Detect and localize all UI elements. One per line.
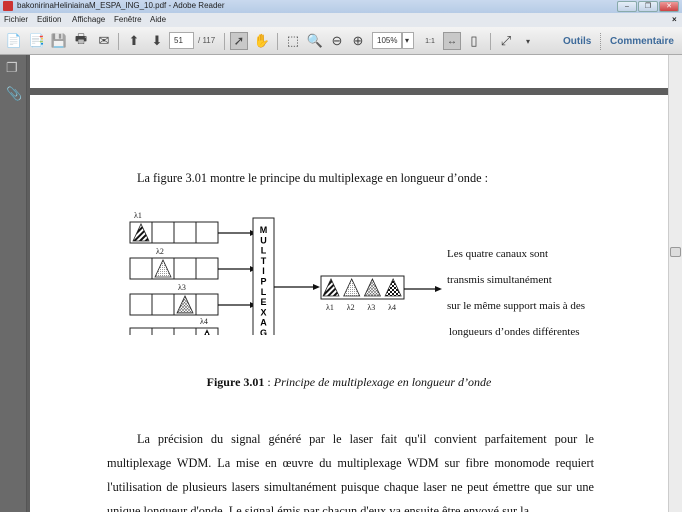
previous-page-icon[interactable]: ⬆: [125, 32, 143, 50]
side-text-3: sur le même support mais à des: [447, 300, 586, 312]
minimize-button[interactable]: –: [617, 1, 637, 12]
channel-cell: [173, 257, 197, 280]
zoom-in-icon[interactable]: ⊕: [349, 32, 367, 50]
zoom-out-icon[interactable]: ⊖: [328, 32, 346, 50]
fit-page-icon[interactable]: ▯: [465, 32, 483, 50]
lambda-label: λ3: [367, 303, 375, 312]
caption-label: Figure 3.01: [206, 375, 265, 389]
mux-letter: P: [260, 277, 266, 287]
body-paragraph: La précision du signal généré par le las…: [107, 432, 594, 512]
channel-cell: [195, 221, 219, 244]
mux-letter: U: [260, 235, 267, 245]
lambda-label: λ2: [347, 303, 355, 312]
navigation-panel: ❐ 📎: [0, 55, 27, 512]
document-area: La figure 3.01 montre le principe du mul…: [27, 55, 668, 512]
lambda-label: λ1: [134, 211, 142, 220]
tools-button[interactable]: Outils: [563, 36, 591, 47]
side-text-1: Les quatre canaux sont: [447, 248, 549, 260]
comment-button[interactable]: Commentaire: [610, 36, 674, 47]
close-document-icon[interactable]: ×: [672, 15, 677, 24]
attachments-icon[interactable]: 📎: [6, 86, 22, 102]
toolbar: 📄 📑 💾 🖶 ✉ ⬆ ⬇ 51 / 117 ➚ ✋ ⬚ 🔍 ⊖ ⊕ 105% …: [0, 27, 682, 55]
mux-letter: G: [260, 328, 267, 335]
full-screen-icon[interactable]: ⤢: [497, 32, 515, 50]
select-tool-icon[interactable]: ➚: [230, 32, 248, 50]
figure-caption: Figure 3.01 : Principe de multiplexage e…: [30, 375, 668, 390]
channel-cell: [129, 327, 153, 335]
adobe-reader-icon: [3, 1, 13, 11]
menu-edition[interactable]: Edition: [37, 15, 61, 24]
edit-pdf-icon[interactable]: 📑: [28, 32, 46, 50]
page-number-input[interactable]: 51: [169, 32, 194, 49]
print-icon[interactable]: 🖶: [72, 31, 90, 50]
channel-cell: [173, 327, 197, 335]
lambda-label: λ3: [178, 283, 186, 292]
zoom-input[interactable]: 105%: [372, 32, 402, 49]
marquee-zoom-icon[interactable]: ⬚: [284, 32, 302, 50]
channel-cell: [129, 257, 153, 280]
lambda-label: λ4: [200, 317, 208, 326]
mux-letter: A: [260, 318, 267, 328]
lambda-label: λ1: [326, 303, 334, 312]
hand-tool-icon[interactable]: ✋: [253, 32, 271, 50]
dynamic-zoom-icon[interactable]: 🔍: [306, 32, 324, 50]
mux-letter: L: [261, 246, 267, 256]
next-page-icon[interactable]: ⬇: [148, 32, 166, 50]
channel-cell: [151, 221, 175, 244]
side-text-4: longueurs d’ondes différentes: [449, 326, 580, 338]
save-icon[interactable]: 💾: [50, 32, 68, 50]
mux-letter: I: [262, 266, 265, 276]
menu-fenetre[interactable]: Fenêtre: [114, 15, 142, 24]
title-bar: bakonirinaHeliniainaM_ESPA_ING_10.pdf - …: [0, 0, 682, 13]
lambda-label: λ4: [388, 303, 396, 312]
page-total: / 117: [198, 36, 216, 45]
previous-page: [30, 55, 668, 88]
menu-affichage[interactable]: Affichage: [72, 15, 105, 24]
arrowhead: [435, 286, 442, 292]
zoom-dropdown-icon[interactable]: ▾: [402, 32, 414, 49]
channel-cell: [151, 327, 175, 335]
scrollbar-thumb[interactable]: [670, 247, 681, 257]
channel-cell: [195, 257, 219, 280]
actual-size-icon[interactable]: 1:1: [421, 32, 439, 50]
maximize-button[interactable]: ❐: [638, 1, 658, 12]
pdf-page: La figure 3.01 montre le principe du mul…: [30, 95, 668, 512]
side-text-2: transmis simultanément: [447, 274, 552, 286]
lambda-label: λ2: [156, 247, 164, 256]
channel-cell: [151, 293, 175, 316]
window-title: bakonirinaHeliniainaM_ESPA_ING_10.pdf - …: [17, 1, 225, 10]
caption-separator: :: [264, 375, 274, 389]
mux-letter: E: [260, 297, 266, 307]
channel-cell: [129, 293, 153, 316]
vertical-scrollbar[interactable]: [668, 55, 682, 512]
channel-cell: [195, 293, 219, 316]
email-icon[interactable]: ✉: [95, 32, 113, 50]
create-pdf-icon[interactable]: 📄: [5, 32, 23, 50]
mux-letter: T: [261, 256, 267, 266]
menu-fichier[interactable]: Fichier: [4, 15, 28, 24]
pages-thumbnail-icon[interactable]: ❐: [6, 60, 19, 75]
menu-aide[interactable]: Aide: [150, 15, 166, 24]
close-button[interactable]: ✕: [659, 1, 679, 12]
menu-bar: Fichier Edition Affichage Fenêtre Aide ×: [0, 13, 682, 27]
channel-cell: [173, 221, 197, 244]
mux-letter: X: [260, 307, 266, 317]
arrowhead: [313, 284, 320, 290]
wdm-figure: λ1λ2λ3λ4MULTIPLEXAGEλ1λ2λ3λ4: [129, 211, 442, 335]
toolbar-options-icon[interactable]: ▾: [519, 32, 537, 50]
mux-letter: M: [260, 225, 268, 235]
mux-letter: L: [261, 287, 267, 297]
caption-text: Principe de multiplexage en longueur d’o…: [273, 375, 492, 389]
fit-width-icon[interactable]: ↔: [443, 32, 461, 50]
